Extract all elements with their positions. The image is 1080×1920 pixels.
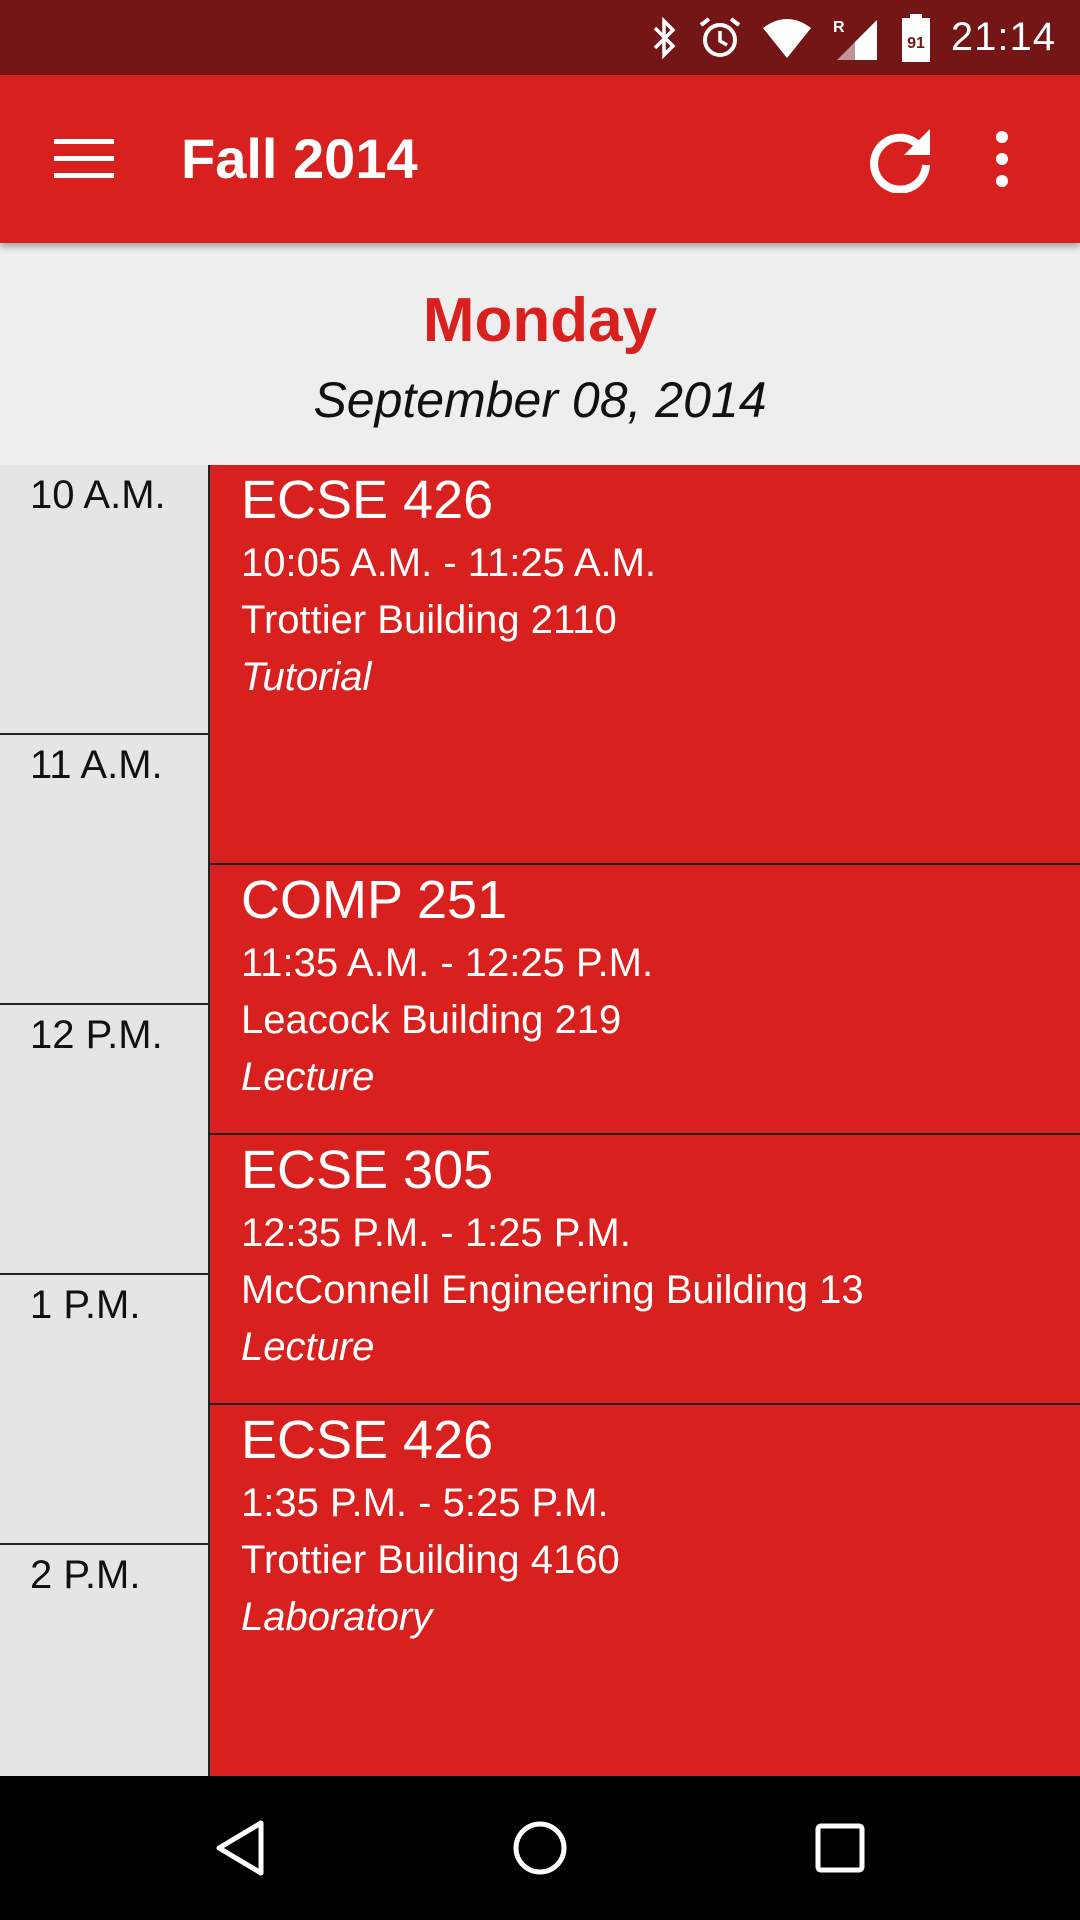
battery-level: 91: [907, 35, 925, 52]
menu-icon: [54, 139, 114, 178]
overflow-menu-button[interactable]: [985, 125, 1019, 193]
event-location: Trottier Building 2110: [241, 598, 617, 642]
status-bar: R 91 21:14: [0, 0, 1080, 75]
event-block[interactable]: ECSE 426 1:35 P.M. - 5:25 P.M. Trottier …: [210, 1405, 1080, 1776]
svg-text:R: R: [833, 19, 845, 36]
day-name: Monday: [422, 286, 658, 355]
event-block[interactable]: ECSE 305 12:35 P.M. - 1:25 P.M. McConnel…: [210, 1135, 1080, 1405]
recents-button[interactable]: [805, 1813, 875, 1883]
wifi-icon: [762, 18, 811, 58]
time-column: 10 A.M. 11 A.M. 12 P.M. 1 P.M. 2 P.M.: [0, 465, 210, 1776]
time-slot: 12 P.M.: [0, 1005, 208, 1275]
time-slot: 2 P.M.: [0, 1545, 208, 1776]
time-slot: 1 P.M.: [0, 1275, 208, 1545]
events-column: ECSE 426 10:05 A.M. - 11:25 A.M. Trottie…: [210, 465, 1080, 1776]
day-date: September 08, 2014: [313, 372, 767, 428]
event-course-code: ECSE 426: [241, 1410, 494, 1470]
time-slot: 10 A.M.: [0, 465, 208, 735]
app-bar: Fall 2014: [0, 75, 1080, 243]
time-label: 11 A.M.: [30, 743, 163, 787]
more-vert-icon: [996, 131, 1008, 187]
status-icons: R 91 21:14: [651, 0, 1056, 75]
event-location: Leacock Building 219: [241, 998, 622, 1042]
event-type: Tutorial: [241, 655, 372, 699]
time-label: 12 P.M.: [30, 1013, 163, 1057]
back-icon: [216, 1820, 264, 1876]
alarm-icon: [699, 16, 741, 57]
event-block[interactable]: ECSE 426 10:05 A.M. - 11:25 A.M. Trottie…: [210, 465, 1080, 865]
status-time: 21:14: [950, 15, 1056, 59]
schedule[interactable]: 10 A.M. 11 A.M. 12 P.M. 1 P.M. 2 P.M. EC…: [0, 465, 1080, 1776]
time-label: 1 P.M.: [30, 1283, 141, 1327]
refresh-icon: [870, 129, 930, 194]
navigation-bar: [0, 1776, 1080, 1920]
event-type: Lecture: [241, 1055, 375, 1099]
home-button[interactable]: [505, 1813, 575, 1883]
event-course-code: COMP 251: [241, 870, 508, 930]
time-slot: 11 A.M.: [0, 735, 208, 1005]
event-time: 10:05 A.M. - 11:25 A.M.: [241, 541, 657, 585]
event-time: 1:35 P.M. - 5:25 P.M.: [241, 1481, 609, 1525]
home-icon: [513, 1821, 567, 1875]
signal-roaming-icon: R: [833, 19, 877, 60]
event-location: Trottier Building 4160: [241, 1538, 620, 1582]
refresh-button[interactable]: [866, 125, 934, 194]
event-course-code: ECSE 426: [241, 470, 494, 530]
recents-icon: [815, 1823, 865, 1873]
bluetooth-icon: [653, 16, 676, 59]
event-block[interactable]: COMP 251 11:35 A.M. - 12:25 P.M. Leacock…: [210, 865, 1080, 1135]
event-type: Laboratory: [241, 1595, 433, 1639]
time-label: 10 A.M.: [30, 473, 166, 517]
menu-button[interactable]: [54, 137, 114, 181]
event-location: McConnell Engineering Building 13: [241, 1268, 864, 1312]
day-header: Monday September 08, 2014: [0, 243, 1080, 465]
app-title: Fall 2014: [181, 127, 418, 190]
event-time: 12:35 P.M. - 1:25 P.M.: [241, 1211, 631, 1255]
battery-icon: 91: [901, 13, 930, 62]
event-type: Lecture: [241, 1325, 375, 1369]
event-course-code: ECSE 305: [241, 1140, 494, 1200]
back-button[interactable]: [205, 1813, 275, 1883]
event-time: 11:35 A.M. - 12:25 P.M.: [241, 941, 654, 985]
time-label: 2 P.M.: [30, 1553, 141, 1597]
